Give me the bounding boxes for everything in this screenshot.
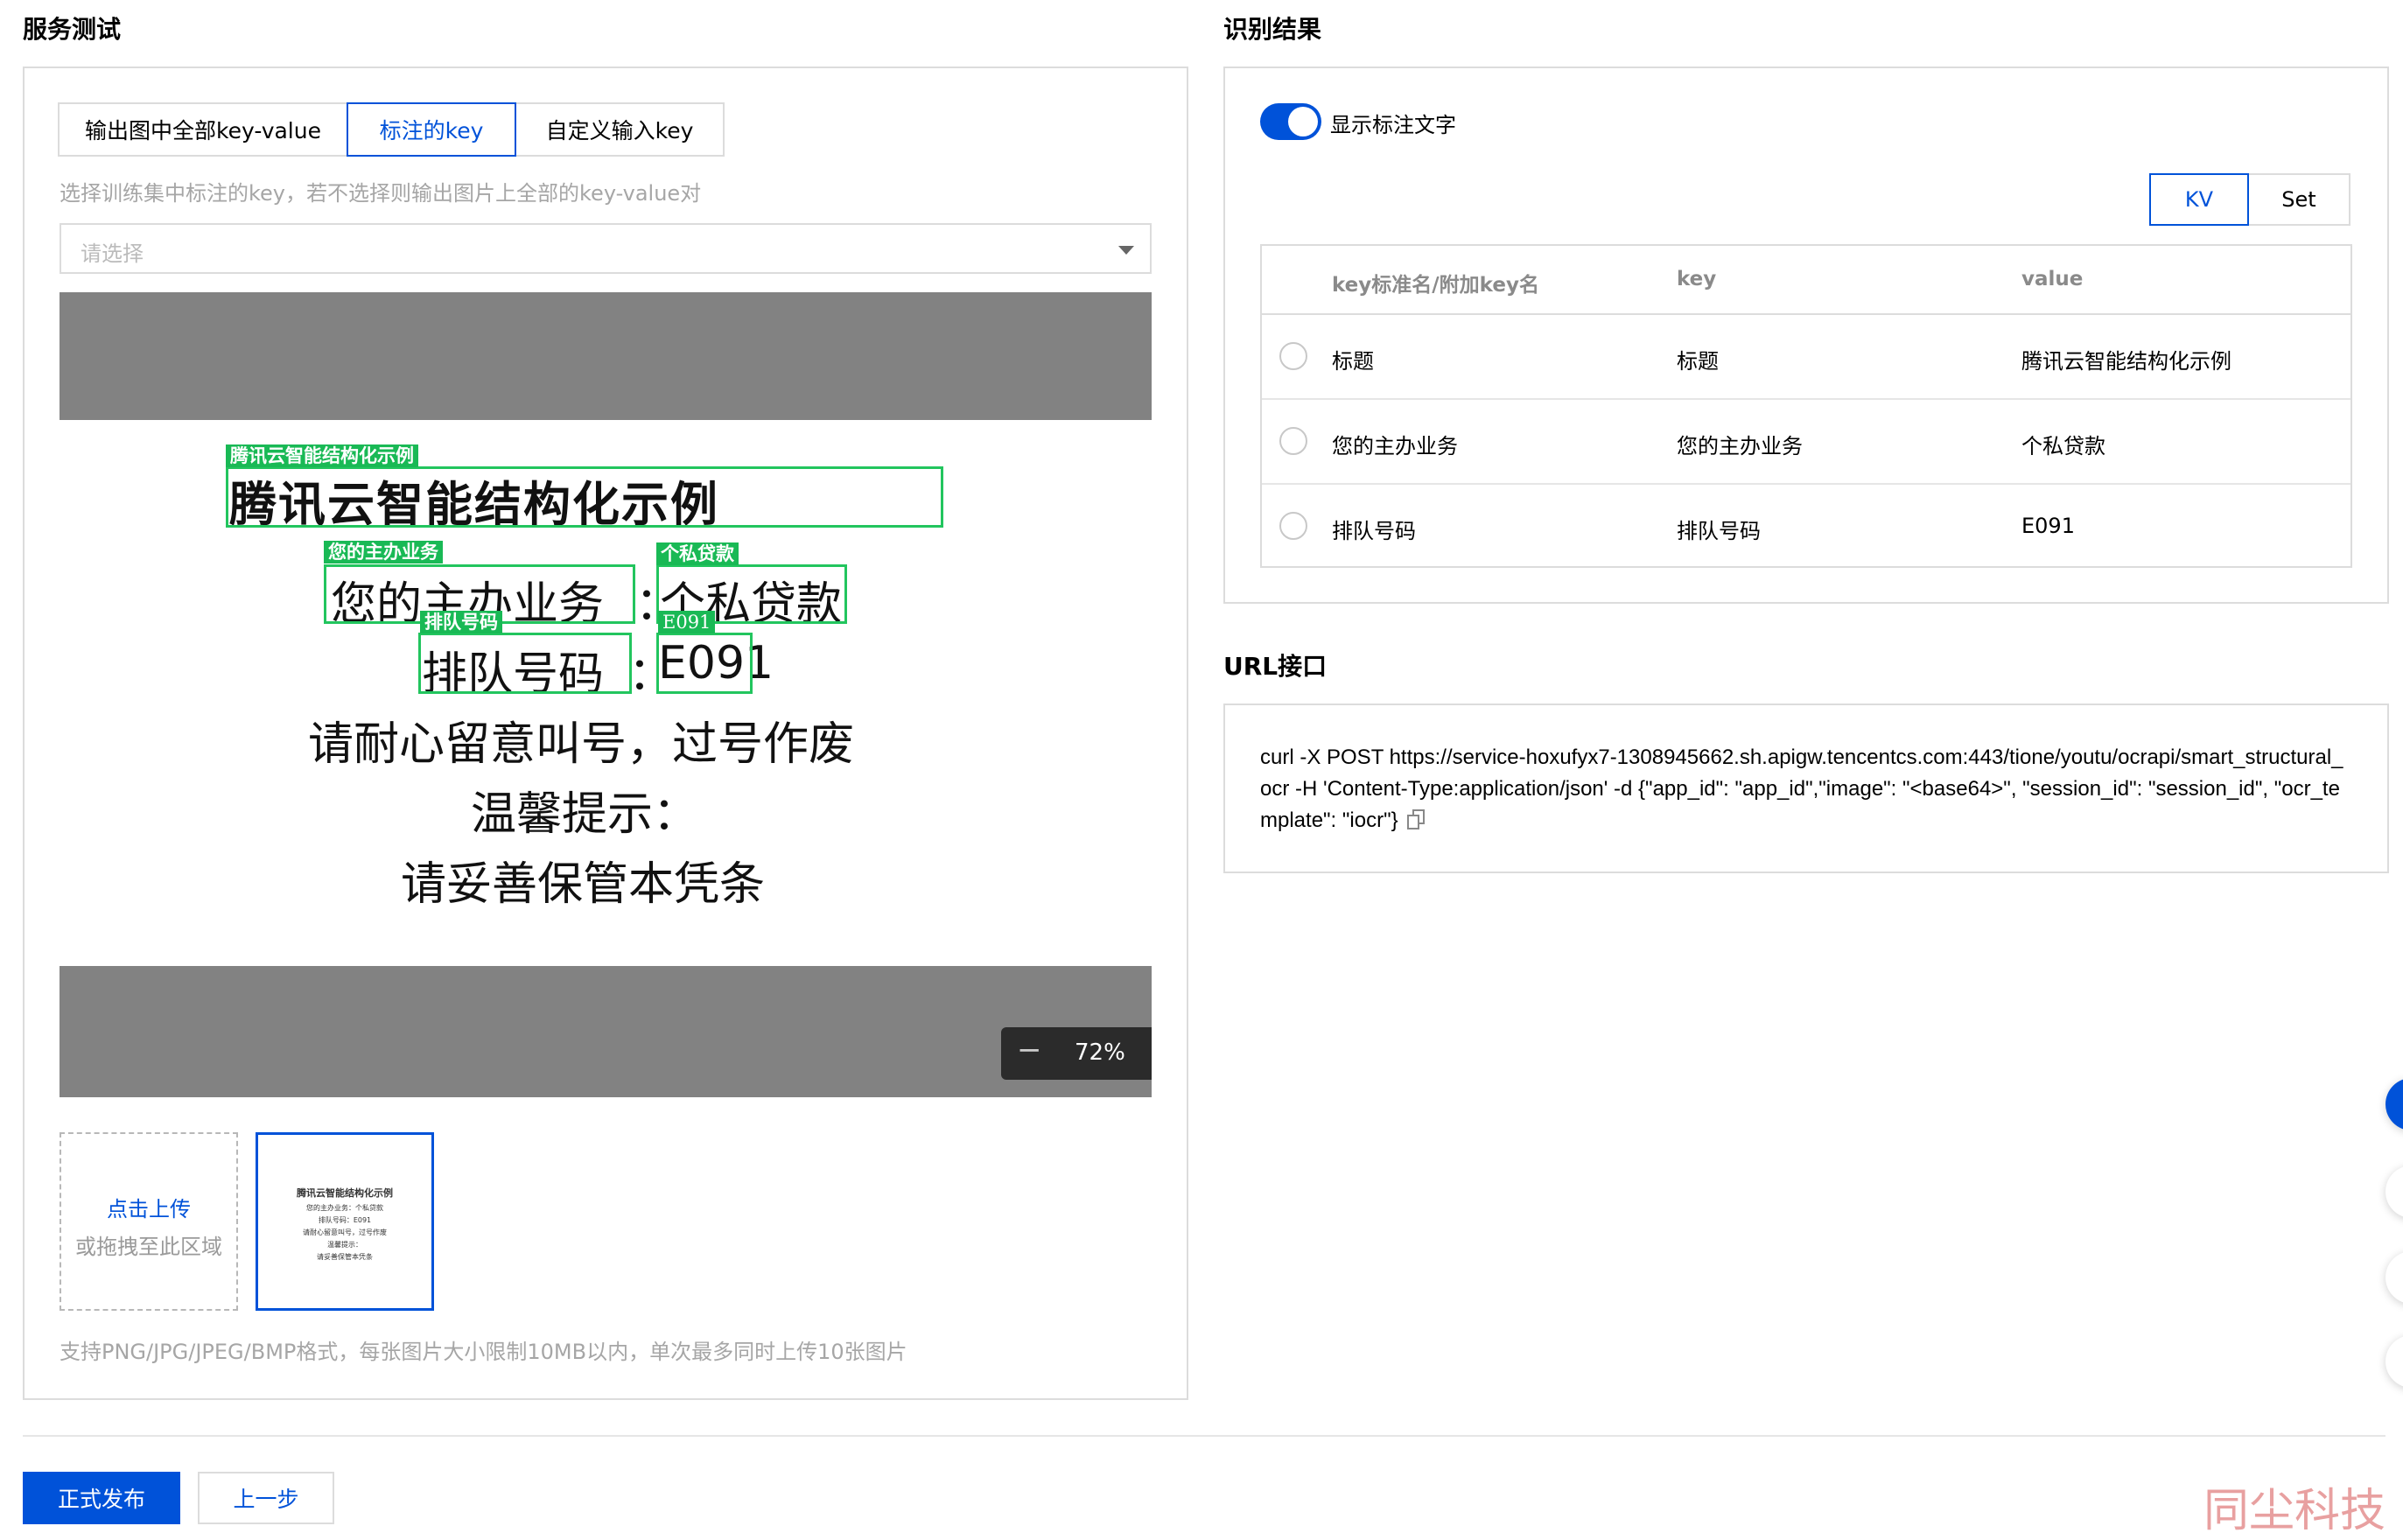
watermark: 同尘科技 [2203, 1485, 2386, 1537]
upload-footnote: 支持PNG/JPG/JPEG/BMP格式，每张图片大小限制10MB以内，单次最多… [60, 1340, 907, 1364]
footer-divider [23, 1435, 2385, 1437]
curl-command: curl -X POST https://service-hoxufyx7-13… [1260, 742, 2354, 836]
url-panel: curl -X POST https://service-hoxufyx7-13… [1223, 704, 2389, 873]
annotation-tag-business-key: 您的主办业务 [324, 541, 443, 564]
tab-custom-key[interactable]: 自定义输入key [515, 102, 725, 157]
upload-drag-hint: 或拖拽至此区域 [75, 1235, 222, 1259]
image-thumbnail[interactable]: 腾讯云智能结构化示例 您的主办业务：个私贷款 排队号码：E091 请耐心留意叫号… [256, 1132, 434, 1311]
thumb-line: 腾讯云智能结构化示例 [297, 1187, 393, 1199]
cell-value: 个私贷款 [2021, 434, 2105, 458]
chevron-down-icon [1118, 246, 1134, 255]
upload-dropzone[interactable]: 点击上传 或拖拽至此区域 [60, 1132, 238, 1311]
column-header: key [1677, 268, 1717, 290]
thumb-line: 排队号码：E091 [318, 1216, 372, 1224]
cell-key: 标题 [1677, 349, 1719, 374]
zoom-out-button[interactable]: − [1017, 1032, 1042, 1068]
cell-key: 排队号码 [1677, 519, 1761, 543]
annotation-tag-queue-key: 排队号码 [420, 611, 502, 634]
doc-line5: 请妥善保管本凭条 [401, 858, 766, 911]
cell-value: 腾讯云智能结构化示例 [2021, 349, 2231, 374]
service-test-title: 服务测试 [23, 15, 122, 44]
upload-link[interactable]: 点击上传 [61, 1192, 236, 1222]
key-mode-tabs: 输出图中全部key-value 标注的key 自定义输入key [58, 102, 725, 157]
annotation-box-queue-val [656, 633, 753, 694]
float-button[interactable] [2385, 1335, 2403, 1388]
tab-annotated-key[interactable]: 标注的key [347, 102, 516, 157]
previous-step-button[interactable]: 上一步 [198, 1472, 334, 1524]
cell-key: 您的主办业务 [1677, 434, 1803, 458]
thumb-line: 您的主办业务：个私贷款 [306, 1204, 383, 1212]
cell-std-key: 排队号码 [1332, 519, 1416, 543]
publish-button[interactable]: 正式发布 [23, 1472, 180, 1524]
table-row[interactable]: 排队号码 排队号码 E091 [1262, 485, 2350, 570]
column-header: value [2021, 268, 2084, 290]
annotation-box-queue-key [418, 633, 632, 694]
doc-line4: 温馨提示： [471, 788, 699, 841]
viewer-background-top [60, 292, 1152, 420]
segment-set[interactable]: Set [2247, 173, 2350, 226]
annotation-tag-business-val: 个私贷款 [656, 542, 739, 565]
float-help-button[interactable] [2385, 1078, 2403, 1130]
show-annotation-toggle[interactable] [1260, 103, 1321, 140]
copy-icon[interactable] [1406, 809, 1426, 830]
toggle-label: 显示标注文字 [1330, 113, 1456, 137]
annotation-box-title [226, 466, 943, 528]
thumb-line: 请妥善保管本凭条 [317, 1253, 373, 1261]
column-header: key标准名/附加key名 [1332, 274, 1539, 297]
key-select-placeholder: 请选择 [81, 242, 144, 266]
toggle-knob [1288, 107, 1318, 136]
url-title: URL接口 [1223, 652, 1328, 681]
float-button[interactable] [2385, 1166, 2403, 1218]
table-row[interactable]: 标题 标题 腾讯云智能结构化示例 [1262, 315, 2350, 400]
tab-all-key-value[interactable]: 输出图中全部key-value [58, 102, 348, 157]
cell-std-key: 标题 [1332, 349, 1374, 374]
row-radio[interactable] [1279, 342, 1307, 370]
zoom-control: − 72% + [1001, 1027, 1152, 1080]
result-table: key标准名/附加key名 key value 标题 标题 腾讯云智能结构化示例… [1260, 244, 2352, 568]
thumb-line: 温馨提示： [327, 1241, 362, 1249]
cell-value: E091 [2021, 514, 2075, 538]
zoom-level: 72% [1075, 1040, 1125, 1066]
table-row[interactable]: 您的主办业务 您的主办业务 个私贷款 [1262, 400, 2350, 485]
thumb-line: 请耐心留意叫号，过号作废 [303, 1228, 387, 1236]
cell-std-key: 您的主办业务 [1332, 434, 1458, 458]
result-title: 识别结果 [1223, 15, 1322, 44]
float-button[interactable] [2385, 1251, 2403, 1304]
key-select-hint: 选择训练集中标注的key，若不选择则输出图片上全部的key-value对 [60, 181, 702, 206]
image-viewer[interactable]: 腾讯云智能结构化示例 您的主办业务 ： 个私贷款 排队号码 ： E091 请耐心… [60, 292, 1152, 1097]
segment-kv[interactable]: KV [2149, 173, 2249, 226]
row-radio[interactable] [1279, 427, 1307, 455]
row-radio[interactable] [1279, 512, 1307, 540]
annotation-tag-title: 腾讯云智能结构化示例 [226, 444, 418, 467]
table-header: key标准名/附加key名 key value [1262, 246, 2350, 315]
annotation-tag-queue-val: E091 [658, 611, 716, 634]
doc-line3: 请耐心留意叫号，过号作废 [308, 718, 855, 771]
viewer-background-bottom [60, 966, 1152, 1097]
key-select[interactable]: 请选择 [60, 223, 1152, 274]
